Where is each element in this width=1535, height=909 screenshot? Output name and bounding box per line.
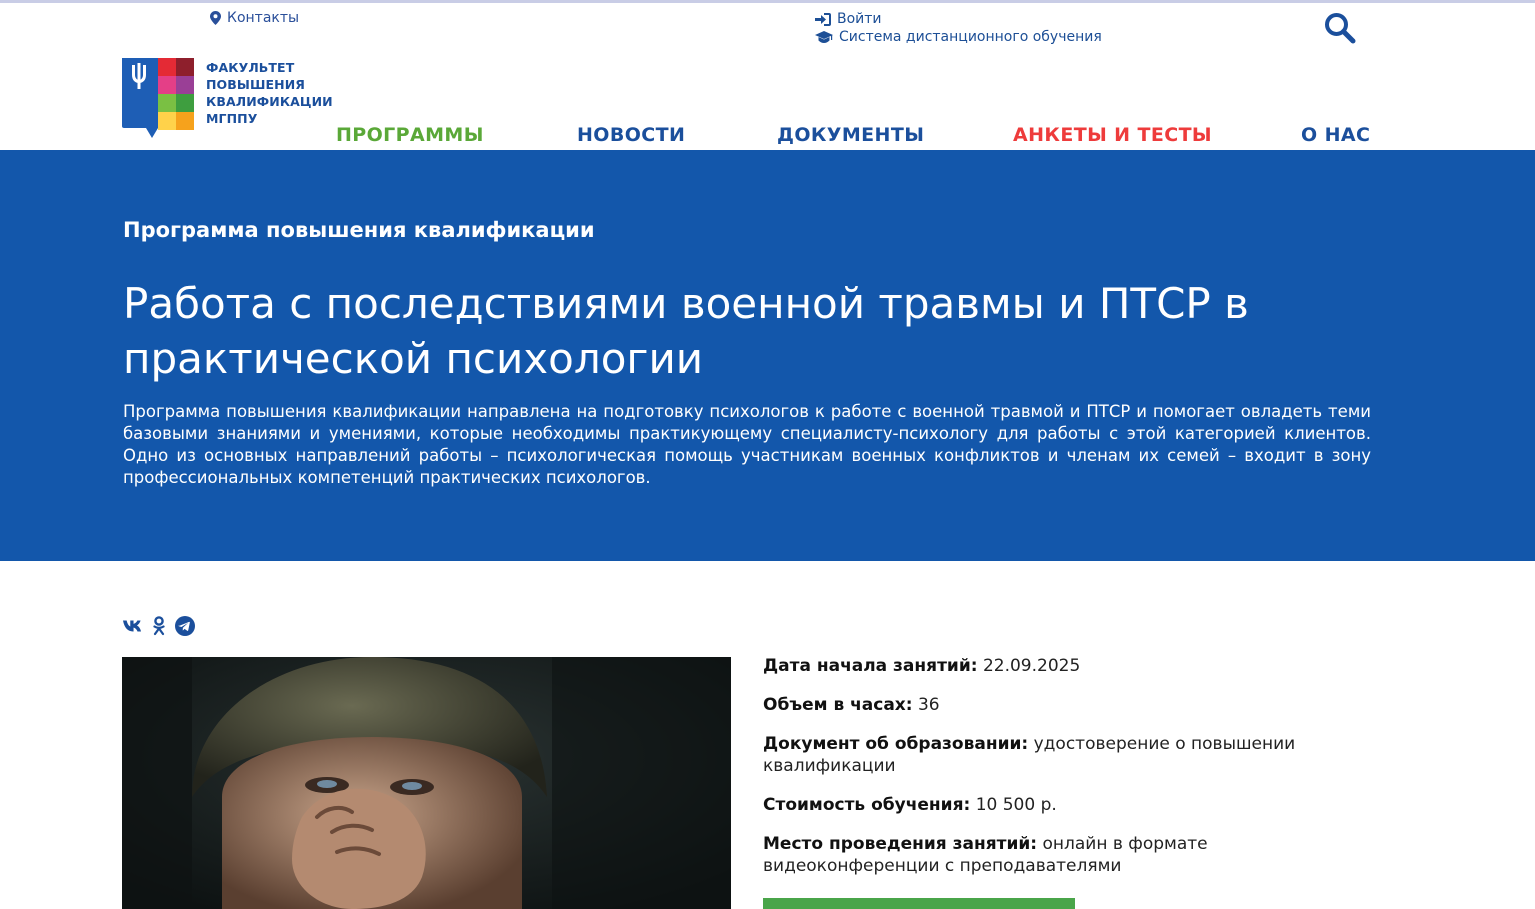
logo-text[interactable]: ФАКУЛЬТЕТ ПОВЫШЕНИЯ КВАЛИФИКАЦИИ МГППУ <box>206 59 333 127</box>
telegram-icon[interactable] <box>175 615 195 637</box>
soldier-photo-icon <box>122 657 731 909</box>
nav-item-about[interactable]: О НАС <box>1301 124 1370 146</box>
lms-label: Система дистанционного обучения <box>839 29 1102 45</box>
nav-item-surveys[interactable]: АНКЕТЫ И ТЕСТЫ <box>1013 124 1212 146</box>
page-title: Работа с последствиями военной травмы и … <box>123 279 1249 383</box>
search-button[interactable] <box>1323 11 1357 45</box>
program-details: Дата начала занятий: 22.09.2025 Объем в … <box>763 655 1363 894</box>
share-links <box>123 615 195 637</box>
logo-line: ФАКУЛЬТЕТ <box>206 60 295 75</box>
detail-value: 22.09.2025 <box>982 656 1081 676</box>
detail-label: Дата начала занятий: <box>763 656 978 676</box>
logo-line: КВАЛИФИКАЦИИ <box>206 94 333 109</box>
nav-item-programs[interactable]: ПРОГРАММЫ <box>336 124 484 146</box>
detail-label: Стоимость обучения: <box>763 795 971 815</box>
user-links: Войти Система дистанционного обучения <box>815 10 1102 46</box>
login-label: Войти <box>837 11 882 27</box>
main-nav: ПРОГРАММЫ НОВОСТИ ДОКУМЕНТЫ АНКЕТЫ И ТЕС… <box>0 124 1535 150</box>
program-type: Программа повышения квалификации <box>123 218 595 242</box>
top-border <box>0 0 1535 3</box>
login-link[interactable]: Войти <box>815 10 1102 28</box>
enroll-button[interactable] <box>763 898 1075 909</box>
graduation-cap-icon <box>815 30 833 43</box>
nav-item-news[interactable]: НОВОСТИ <box>577 124 685 146</box>
detail-label: Объем в часах: <box>763 695 913 715</box>
detail-price: Стоимость обучения: 10 500 р. <box>763 794 1363 816</box>
sign-in-icon <box>815 12 831 26</box>
program-hero: Программа повышения квалификации Работа … <box>0 150 1535 561</box>
lms-link[interactable]: Система дистанционного обучения <box>815 28 1102 46</box>
map-marker-icon <box>210 11 221 25</box>
detail-document: Документ об образовании: удостоверение о… <box>763 733 1363 777</box>
detail-value: 36 <box>917 695 940 715</box>
program-photo <box>122 657 731 909</box>
detail-value: 10 500 р. <box>975 795 1057 815</box>
odnoklassniki-icon[interactable] <box>149 615 169 637</box>
detail-label: Место проведения занятий: <box>763 834 1038 854</box>
detail-start-date: Дата начала занятий: 22.09.2025 <box>763 655 1363 677</box>
search-icon <box>1325 13 1356 44</box>
vk-icon[interactable] <box>123 615 143 637</box>
program-description: Программа повышения квалификации направл… <box>123 402 1371 487</box>
detail-hours: Объем в часах: 36 <box>763 694 1363 716</box>
detail-label: Документ об образовании: <box>763 734 1029 754</box>
detail-location: Место проведения занятий: онлайн в форма… <box>763 833 1363 877</box>
contacts-label: Контакты <box>227 10 300 26</box>
logo-line: ПОВЫШЕНИЯ <box>206 77 305 92</box>
contacts-link[interactable]: Контакты <box>210 10 299 26</box>
nav-item-documents[interactable]: ДОКУМЕНТЫ <box>777 124 924 146</box>
